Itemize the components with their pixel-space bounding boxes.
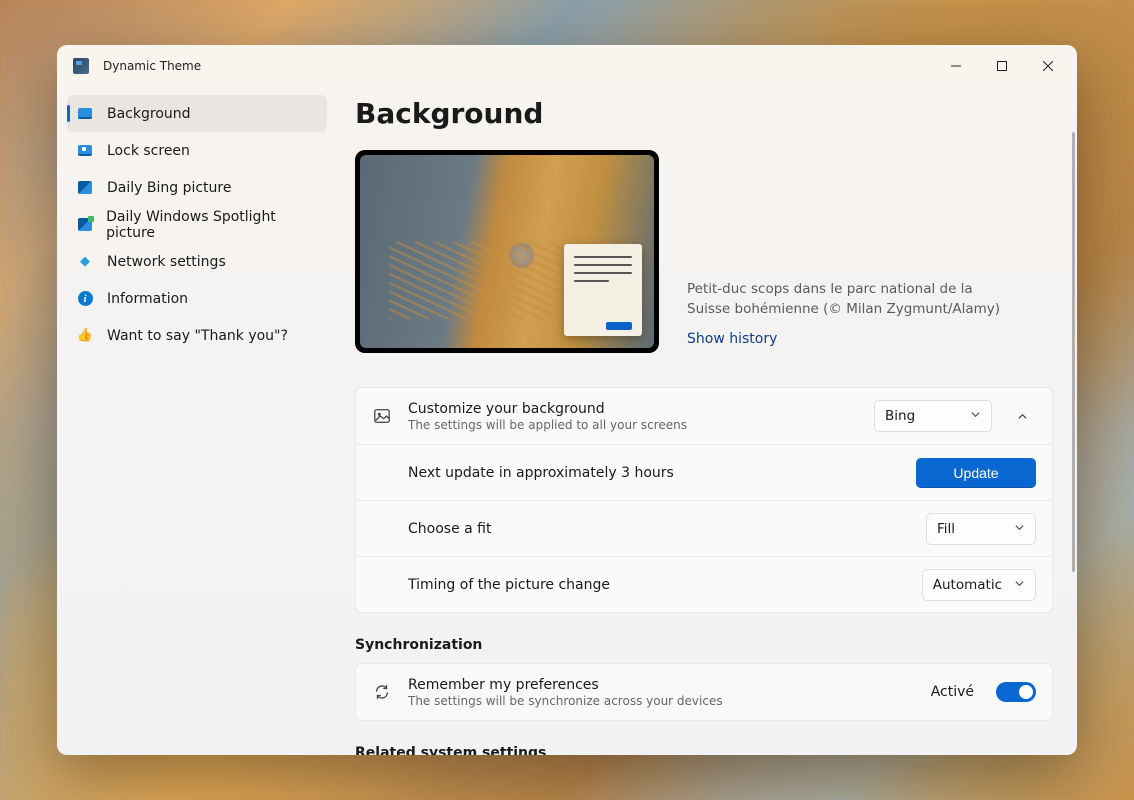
image-caption: Petit-duc scops dans le parc national de… — [687, 279, 1017, 320]
sync-title: Remember my preferences — [408, 677, 915, 693]
background-preview — [355, 150, 659, 353]
sync-icon — [372, 682, 392, 702]
chevron-up-icon — [1017, 407, 1028, 426]
update-button[interactable]: Update — [916, 458, 1036, 488]
sidebar-item-label: Information — [107, 291, 188, 307]
picture-icon — [372, 406, 392, 426]
collapse-button[interactable] — [1008, 400, 1036, 432]
sidebar-item-thank-you[interactable]: 👍 Want to say "Thank you"? — [67, 317, 327, 354]
fit-select[interactable]: Fill — [926, 513, 1036, 545]
close-icon — [1043, 61, 1053, 71]
next-update-label: Next update in approximately 3 hours — [408, 465, 900, 481]
sync-row: Remember my preferences The settings wil… — [356, 664, 1052, 720]
sidebar-item-daily-bing[interactable]: Daily Bing picture — [67, 169, 327, 206]
sidebar-item-label: Want to say "Thank you"? — [107, 328, 288, 344]
sidebar-item-network[interactable]: ◆ Network settings — [67, 243, 327, 280]
customize-title: Customize your background — [408, 401, 858, 417]
lock-icon — [77, 143, 93, 159]
related-section-label: Related system settings — [355, 745, 1053, 755]
sidebar-item-label: Daily Bing picture — [107, 180, 231, 196]
chevron-down-icon — [1014, 521, 1025, 537]
customize-card: Customize your background The settings w… — [355, 387, 1053, 613]
source-select[interactable]: Bing — [874, 400, 992, 432]
sidebar-item-label: Daily Windows Spotlight picture — [106, 209, 317, 241]
timing-select[interactable]: Automatic — [922, 569, 1036, 601]
sync-subtitle: The settings will be synchronize across … — [408, 694, 915, 708]
fit-value: Fill — [937, 521, 955, 537]
sidebar-item-label: Network settings — [107, 254, 226, 270]
thumb-icon: 👍 — [77, 328, 93, 344]
titlebar: Dynamic Theme — [57, 45, 1077, 87]
app-window: Dynamic Theme Background Lock screen — [57, 45, 1077, 755]
customize-subtitle: The settings will be applied to all your… — [408, 418, 858, 432]
spotlight-icon — [77, 217, 92, 233]
monitor-icon — [77, 106, 93, 122]
chevron-down-icon — [970, 408, 981, 424]
sidebar-item-lock-screen[interactable]: Lock screen — [67, 132, 327, 169]
scrollbar[interactable] — [1072, 132, 1075, 572]
sidebar: Background Lock screen Daily Bing pictur… — [57, 87, 337, 755]
app-icon — [73, 58, 89, 74]
sidebar-item-daily-spotlight[interactable]: Daily Windows Spotlight picture — [67, 206, 327, 243]
sidebar-item-information[interactable]: i Information — [67, 280, 327, 317]
source-value: Bing — [885, 408, 915, 424]
fit-label: Choose a fit — [408, 521, 910, 537]
info-icon: i — [77, 291, 93, 307]
page-title: Background — [355, 97, 1053, 130]
maximize-button[interactable] — [979, 50, 1025, 82]
app-title: Dynamic Theme — [103, 59, 201, 73]
sync-section-label: Synchronization — [355, 637, 1053, 653]
preview-window-overlay — [564, 244, 642, 336]
close-button[interactable] — [1025, 50, 1071, 82]
window-controls — [933, 50, 1071, 82]
minimize-icon — [951, 61, 961, 71]
preview-row: Petit-duc scops dans le parc national de… — [355, 150, 1053, 353]
timing-value: Automatic — [933, 577, 1002, 593]
fit-row: Choose a fit Fill — [356, 500, 1052, 556]
chevron-down-icon — [1014, 577, 1025, 593]
sidebar-item-label: Lock screen — [107, 143, 190, 159]
bing-icon — [77, 180, 93, 196]
customize-header-row[interactable]: Customize your background The settings w… — [356, 388, 1052, 444]
show-history-link[interactable]: Show history — [687, 331, 1017, 347]
minimize-button[interactable] — [933, 50, 979, 82]
timing-row: Timing of the picture change Automatic — [356, 556, 1052, 612]
diamond-icon: ◆ — [77, 254, 93, 270]
next-update-row: Next update in approximately 3 hours Upd… — [356, 444, 1052, 500]
sync-card: Remember my preferences The settings wil… — [355, 663, 1053, 721]
content-area: Background Petit-duc scops dans le parc … — [337, 87, 1077, 755]
sync-status: Activé — [931, 684, 974, 700]
sidebar-item-label: Background — [107, 106, 191, 122]
sidebar-item-background[interactable]: Background — [67, 95, 327, 132]
timing-label: Timing of the picture change — [408, 577, 906, 593]
sync-toggle[interactable] — [996, 682, 1036, 702]
maximize-icon — [997, 61, 1007, 71]
